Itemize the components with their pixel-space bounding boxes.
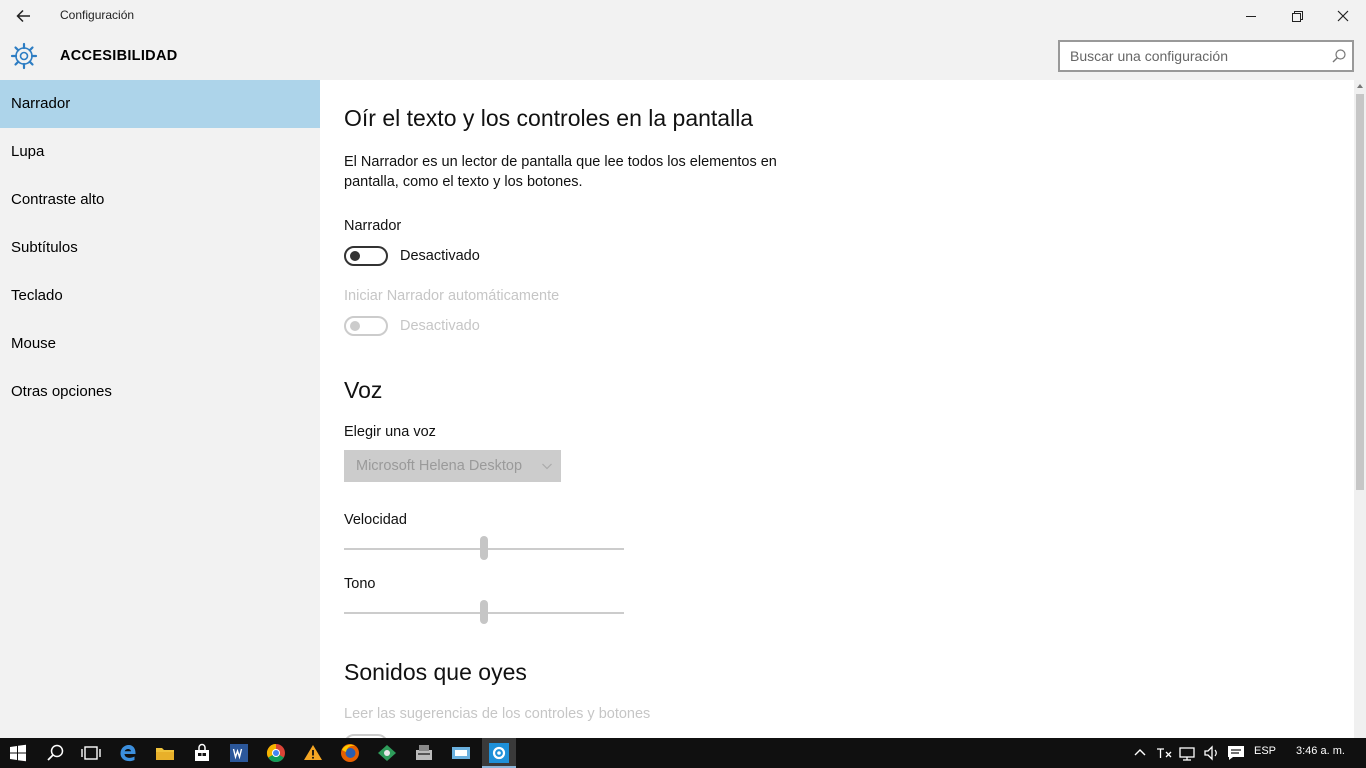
sidebar-item-contraste-alto[interactable]: Contraste alto <box>0 176 320 224</box>
word-icon[interactable] <box>227 741 251 765</box>
sidebar: Narrador Lupa Contraste alto Subtítulos … <box>0 80 320 738</box>
language-indicator[interactable]: ESP <box>1254 745 1276 757</box>
sidebar-item-mouse[interactable]: Mouse <box>0 320 320 368</box>
section-title: ACCESIBILIDAD <box>60 48 178 64</box>
choose-voice-label: Elegir una voz <box>344 424 436 440</box>
chrome-icon[interactable] <box>264 741 288 765</box>
voice-heading: Voz <box>344 377 383 403</box>
sidebar-item-lupa[interactable]: Lupa <box>0 128 320 176</box>
sounds-heading: Sonidos que oyes <box>344 659 527 685</box>
voice-dropdown[interactable]: Microsoft Helena Desktop <box>344 450 561 482</box>
restore-icon <box>1292 11 1303 22</box>
action-center-icon[interactable] <box>1224 741 1248 765</box>
network-icon[interactable] <box>1176 741 1200 765</box>
scroll-up-arrow-icon[interactable] <box>1354 80 1366 92</box>
narrator-state: Desactivado <box>400 248 480 264</box>
pitch-label: Tono <box>344 576 376 592</box>
voice-dropdown-value: Microsoft Helena Desktop <box>356 458 523 474</box>
speed-slider-thumb[interactable] <box>480 536 488 560</box>
firefox-icon[interactable] <box>338 741 362 765</box>
search-icon[interactable] <box>1332 49 1346 63</box>
window-title: Configuración <box>60 8 135 22</box>
minimize-button[interactable] <box>1228 0 1274 32</box>
search-icon[interactable] <box>43 741 67 765</box>
scrollbar[interactable] <box>1354 80 1366 738</box>
search-box[interactable] <box>1058 40 1354 72</box>
clock[interactable]: 3:46 a. m. <box>1296 745 1345 757</box>
autostart-label: Iniciar Narrador automáticamente <box>344 288 560 304</box>
title-bar: Configuración <box>0 0 1366 32</box>
hints-label: Leer las sugerencias de los controles y … <box>344 706 651 722</box>
narrator-label: Narrador <box>344 218 402 234</box>
page-header: ACCESIBILIDAD <box>0 32 1366 80</box>
autostart-toggle[interactable] <box>344 316 388 336</box>
gear-icon <box>10 42 38 70</box>
store-icon[interactable] <box>190 741 214 765</box>
task-view-icon[interactable] <box>79 741 103 765</box>
narrator-toggle[interactable] <box>344 246 388 266</box>
scrollbar-thumb[interactable] <box>1356 94 1364 490</box>
search-input[interactable] <box>1060 42 1330 70</box>
speed-slider[interactable] <box>344 536 624 560</box>
back-button[interactable] <box>8 2 40 30</box>
sidebar-item-narrador[interactable]: Narrador <box>0 80 320 128</box>
settings-gear-icon <box>489 743 509 763</box>
back-arrow-icon <box>16 9 30 23</box>
input-method-icon[interactable] <box>1152 741 1176 765</box>
app-icon-2[interactable] <box>412 741 436 765</box>
volume-icon[interactable] <box>1200 741 1224 765</box>
narrator-description: El Narrador es un lector de pantalla que… <box>344 154 777 190</box>
app-icon-3[interactable] <box>449 741 473 765</box>
sidebar-item-otras-opciones[interactable]: Otras opciones <box>0 368 320 416</box>
page-heading: Oír el texto y los controles en la panta… <box>344 105 754 131</box>
minimize-icon <box>1246 16 1256 17</box>
close-button[interactable] <box>1320 0 1366 32</box>
chevron-up-icon[interactable] <box>1128 741 1152 765</box>
speed-label: Velocidad <box>344 512 407 528</box>
edge-icon[interactable] <box>116 741 140 765</box>
toggle-knob <box>350 321 360 331</box>
autostart-state: Desactivado <box>400 318 480 334</box>
toggle-knob <box>350 251 360 261</box>
pitch-slider-thumb[interactable] <box>480 600 488 624</box>
close-icon <box>1337 10 1349 22</box>
app-warning-icon[interactable] <box>301 741 325 765</box>
sidebar-item-subtitulos[interactable]: Subtítulos <box>0 224 320 272</box>
taskbar-active-settings[interactable] <box>482 738 516 768</box>
file-explorer-icon[interactable] <box>153 741 177 765</box>
pitch-slider[interactable] <box>344 600 624 624</box>
taskbar: ESP 3:46 a. m. <box>0 738 1366 768</box>
windows-start-icon[interactable] <box>6 741 30 765</box>
chevron-down-icon <box>542 463 552 470</box>
app-icon[interactable] <box>375 741 399 765</box>
restore-button[interactable] <box>1274 0 1320 32</box>
main-content: Oír el texto y los controles en la panta… <box>320 80 1354 738</box>
sidebar-item-teclado[interactable]: Teclado <box>0 272 320 320</box>
